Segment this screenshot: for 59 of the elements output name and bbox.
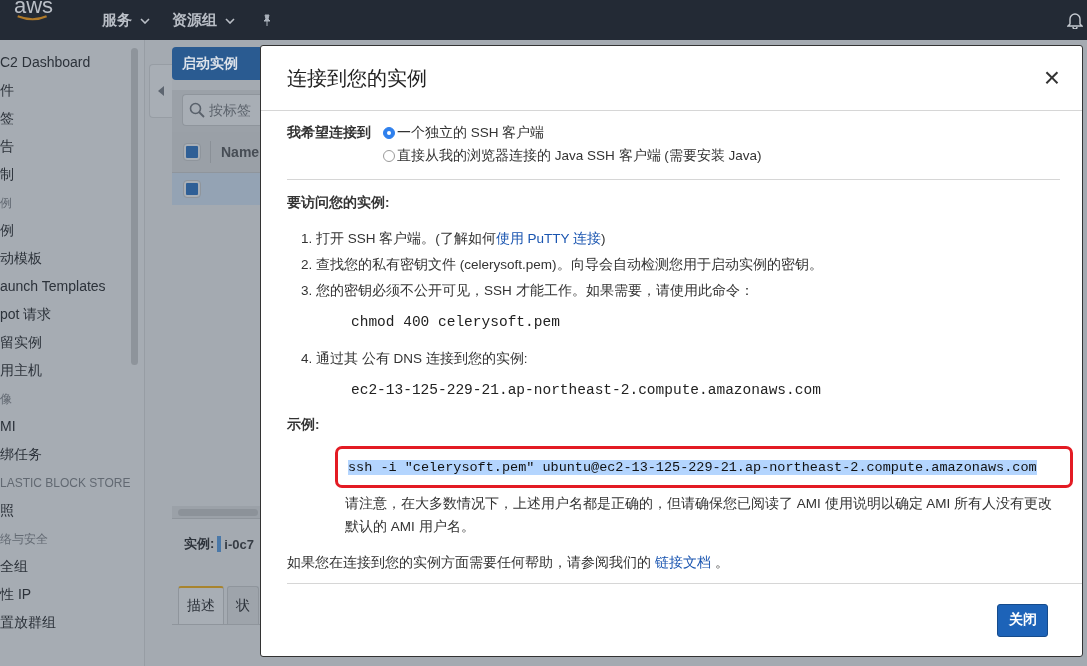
- step-text: 3. 您的密钥必须不公开可见，SSH 才能工作。如果需要，请使用此命令：: [301, 282, 755, 300]
- search-field[interactable]: 按标签: [182, 94, 260, 126]
- sidebar-item[interactable]: aunch Templates: [0, 272, 131, 300]
- radio-button[interactable]: [383, 126, 395, 139]
- command-text: chmod 400 celerysoft.pem: [350, 313, 561, 332]
- radio-option[interactable]: 直接从我的浏览器连接的 Java SSH 客户端 (需要安装 Java): [383, 144, 762, 167]
- collapse-sidebar-toggle[interactable]: [149, 64, 172, 118]
- step-text: 2. 查找您的私有密钥文件 (celerysoft.pem)。向导会自动检测您用于启动实例的密钥。: [301, 256, 824, 274]
- command-text: ec2-13-125-229-21.ap-northeast-2.compute.amazonaws.com: [350, 381, 822, 400]
- caret-icon: [140, 17, 151, 24]
- select-all-checkbox[interactable]: [184, 144, 200, 160]
- sidebar-item[interactable]: 制: [0, 160, 131, 188]
- row-checkbox[interactable]: [184, 181, 200, 197]
- sidebar-item[interactable]: 留实例: [0, 328, 131, 356]
- close-button[interactable]: 关闭: [997, 603, 1048, 637]
- sidebar-item[interactable]: 动模板: [0, 244, 131, 272]
- column-header[interactable]: Name: [221, 144, 260, 160]
- putty-link[interactable]: 使用 PuTTY 连接: [495, 231, 602, 246]
- triangle-left-icon: [158, 86, 164, 96]
- help-text: 如果您在连接到您的实例方面需要任何帮助，请参阅我们的 链接文档 。: [287, 554, 730, 572]
- nav-menu[interactable]: 服务: [100, 10, 153, 30]
- sidebar-item[interactable]: MI: [0, 412, 131, 440]
- detail-label: 实例:: [184, 535, 215, 553]
- note-text: 请注意，在大多数情况下，上述用户名都是正确的，但请确保您已阅读了 AMI 使用说明以确定 AMI 所有人没有更改默认的 AMI 用户名。: [345, 495, 1053, 536]
- sidebar-section-header: 例: [0, 195, 13, 212]
- nav-menu[interactable]: 资源组: [170, 10, 238, 30]
- sidebar-item[interactable]: 例: [0, 216, 131, 244]
- sidebar-item[interactable]: 告: [0, 132, 131, 160]
- sidebar-item[interactable]: 置放群组: [0, 608, 131, 636]
- sidebar-item[interactable]: 签: [0, 104, 131, 132]
- sidebar-section-header: LASTIC BLOCK STORE: [0, 475, 131, 492]
- tab[interactable]: 状: [227, 586, 259, 624]
- scrollbar-thumb[interactable]: [131, 48, 138, 365]
- step-text: 1. 打开 SSH 客户端。(了解如何使用 PuTTY 连接): [301, 230, 607, 248]
- search-icon: [189, 102, 205, 118]
- sidebar-item[interactable]: 照: [0, 496, 131, 524]
- tab[interactable]: 描述: [178, 586, 224, 624]
- sidebar-item[interactable]: 件: [0, 76, 131, 104]
- bell-icon[interactable]: [1067, 11, 1083, 29]
- sidebar-item[interactable]: 全组: [0, 552, 131, 580]
- sidebar-item[interactable]: 性 IP: [0, 580, 131, 608]
- caret-icon: [225, 17, 236, 24]
- ssh-command-text: ssh -i "celerysoft.pem" ubuntu@ec2-13-125-229-21.ap-northeast-2.compute.amazonaws.com: [348, 459, 1037, 475]
- sidebar-item[interactable]: C2 Dashboard: [0, 48, 131, 76]
- radio-option[interactable]: 一个独立的 SSH 客户端: [383, 121, 762, 144]
- instance-id: i-0c7: [224, 536, 254, 552]
- sidebar-section-header: 络与安全: [0, 531, 49, 548]
- sidebar-item[interactable]: 用主机: [0, 356, 131, 384]
- example-label: 示例:: [287, 416, 321, 434]
- connect-method-label: 我希望连接到: [287, 124, 371, 142]
- close-button[interactable]: ×: [1039, 64, 1064, 92]
- radio-button[interactable]: [383, 149, 395, 162]
- aws-logo[interactable]: aws: [0, 0, 100, 40]
- section-heading: 要访问您的实例:: [287, 194, 391, 212]
- step-text: 4. 通过其 公有 DNS 连接到您的实例:: [301, 350, 529, 368]
- sidebar-item[interactable]: 绑任务: [0, 440, 131, 468]
- sidebar-section-header: 像: [0, 391, 13, 408]
- sidebar-item[interactable]: pot 请求: [0, 300, 131, 328]
- docs-link[interactable]: 链接文档: [654, 555, 711, 570]
